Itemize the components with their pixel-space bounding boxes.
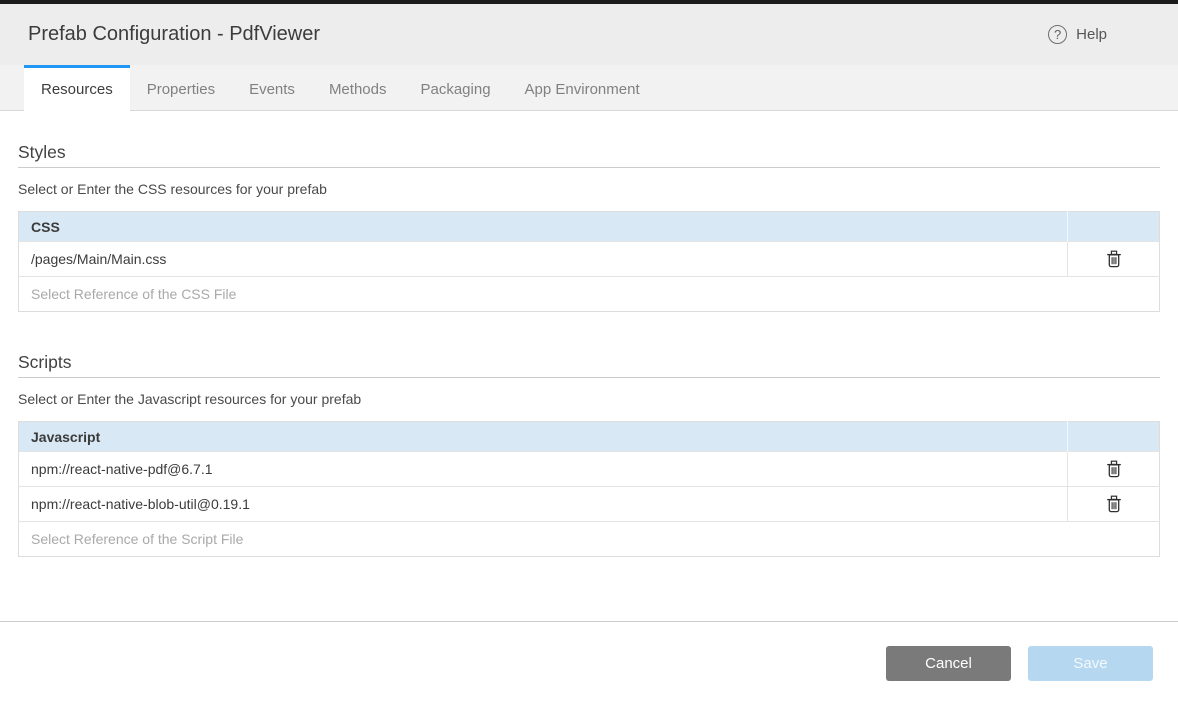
tab-bar: Resources Properties Events Methods Pack… [0, 65, 1178, 111]
css-resource-value: /pages/Main/Main.css [19, 242, 1068, 277]
trash-icon [1106, 256, 1122, 271]
scripts-heading: Scripts [18, 352, 1160, 378]
css-column-header: CSS [19, 212, 1068, 242]
table-input-row [19, 522, 1160, 557]
scripts-section: Scripts Select or Enter the Javascript r… [18, 352, 1160, 557]
cancel-button[interactable]: Cancel [886, 646, 1011, 681]
delete-css-resource-button[interactable] [1102, 248, 1126, 270]
delete-script-resource-button[interactable] [1102, 458, 1126, 480]
table-row: npm://react-native-pdf@6.7.1 [19, 452, 1160, 487]
table-row: npm://react-native-blob-util@0.19.1 [19, 487, 1160, 522]
trash-icon [1106, 501, 1122, 516]
styles-description: Select or Enter the CSS resources for yo… [18, 181, 1160, 197]
dialog-header: Prefab Configuration - PdfViewer ? Help [0, 4, 1178, 65]
script-resource-value: npm://react-native-pdf@6.7.1 [19, 452, 1068, 487]
scripts-description: Select or Enter the Javascript resources… [18, 391, 1160, 407]
table-header-row: CSS [19, 212, 1160, 242]
script-resources-table: Javascript npm://react-native-pdf@6.7.1 [18, 421, 1160, 557]
table-input-row [19, 277, 1160, 312]
action-column-header [1068, 212, 1160, 242]
css-resources-table: CSS /pages/Main/Main.css [18, 211, 1160, 312]
help-button[interactable]: ? Help [1042, 24, 1113, 45]
action-column-header [1068, 422, 1160, 452]
script-reference-input[interactable] [19, 522, 1159, 556]
javascript-column-header: Javascript [19, 422, 1068, 452]
delete-script-resource-button[interactable] [1102, 493, 1126, 515]
tab-properties[interactable]: Properties [130, 65, 232, 110]
styles-heading: Styles [18, 142, 1160, 168]
script-resource-value: npm://react-native-blob-util@0.19.1 [19, 487, 1068, 522]
tab-methods[interactable]: Methods [312, 65, 404, 110]
resources-panel: Styles Select or Enter the CSS resources… [0, 142, 1178, 557]
tab-resources[interactable]: Resources [24, 65, 130, 111]
trash-icon [1106, 466, 1122, 481]
table-header-row: Javascript [19, 422, 1160, 452]
save-button[interactable]: Save [1028, 646, 1153, 681]
question-mark-icon: ? [1048, 25, 1067, 44]
tab-app-environment[interactable]: App Environment [508, 65, 657, 110]
page-title: Prefab Configuration - PdfViewer [28, 23, 320, 46]
tab-packaging[interactable]: Packaging [403, 65, 507, 110]
table-row: /pages/Main/Main.css [19, 242, 1160, 277]
css-reference-input[interactable] [19, 277, 1159, 311]
tab-events[interactable]: Events [232, 65, 312, 110]
styles-section: Styles Select or Enter the CSS resources… [18, 142, 1160, 312]
help-label: Help [1076, 26, 1107, 43]
dialog-footer: Cancel Save [0, 621, 1178, 705]
